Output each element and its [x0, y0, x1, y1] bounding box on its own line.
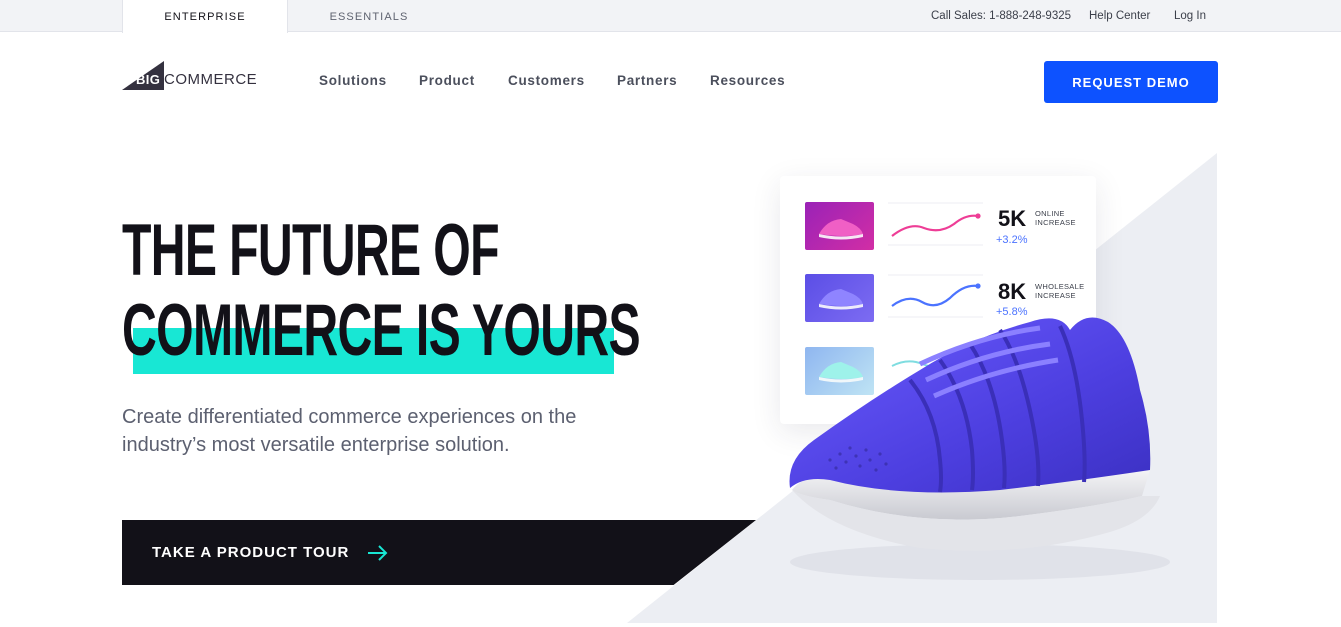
stat-change-online: +3.2% [996, 234, 1028, 246]
product-tour-label[interactable]: TAKE A PRODUCT TOUR [152, 543, 349, 563]
blue-shoe-image [789, 317, 1170, 580]
hero-headline-line1: THE FUTURE OF [122, 210, 499, 291]
stat-label-wholesale: WHOLESALE INCREASE [1035, 282, 1085, 300]
hero-headline-line2: COMMERCE IS YOURS [122, 290, 641, 371]
stat-label-online: ONLINE INCREASE [1035, 209, 1076, 227]
hero-subcopy: Create differentiated commerce experienc… [122, 406, 577, 456]
arrow-right-icon[interactable] [366, 543, 390, 563]
stat-value-online: 5K [998, 206, 1027, 231]
shoe-thumbnail-pink [805, 202, 874, 250]
trend-line-pink [888, 202, 983, 246]
